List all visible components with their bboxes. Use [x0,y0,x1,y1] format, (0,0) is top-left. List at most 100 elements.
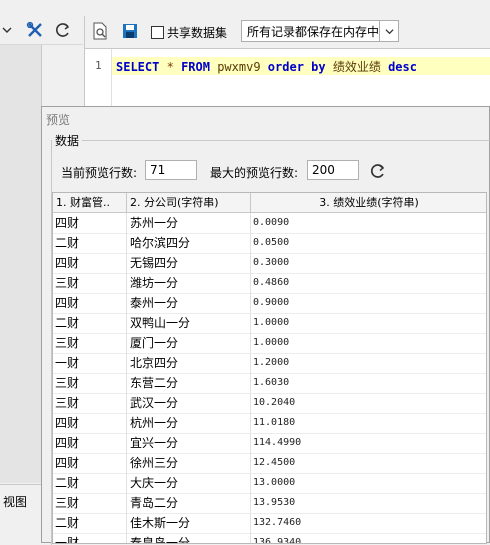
cell-performance: 0.0500 [251,233,486,253]
cell-finance-group: 四财 [53,213,127,233]
preview-sql-icon[interactable] [91,22,109,40]
cell-finance-group: 四财 [53,293,127,313]
record-mode-select[interactable]: 所有记录都保存在内存中 [241,20,399,42]
cell-finance-group: 二财 [53,513,127,533]
table-row[interactable]: 二财 大庆一分 13.0000 [53,473,486,494]
cell-branch: 东营二分 [127,373,251,393]
preview-table: 1. 财富管.. 2. 分公司(字符串) 3. 绩效业绩(字符串) 四财 苏州一分… [52,192,487,544]
column-header-1[interactable]: 1. 财富管.. [53,193,127,212]
cell-branch: 潍坊一分 [127,273,251,293]
chevron-down-icon[interactable] [379,21,398,41]
table-row[interactable]: 四财 泰州一分 0.9000 [53,293,486,314]
cell-finance-group: 二财 [53,233,127,253]
table-row[interactable]: 四财 无锡四分 0.3000 [53,253,486,274]
record-mode-value: 所有记录都保存在内存中 [247,24,380,39]
sql-keyword: order by [267,60,326,74]
share-dataset-label: 共享数据集 [167,26,228,40]
cell-finance-group: 三财 [53,393,127,413]
cell-branch: 大庆一分 [127,473,251,493]
table-row[interactable]: 四财 宜兴一分 114.4990 [53,433,486,454]
table-row[interactable]: 三财 厦门一分 1.0000 [53,333,486,354]
sql-column: 绩效业绩 [332,60,381,74]
refresh-icon[interactable] [370,163,386,179]
chevron-down-icon[interactable] [0,20,14,40]
cell-branch: 哈尔滨四分 [127,233,251,253]
cell-finance-group: 一财 [53,353,127,373]
cell-branch: 泰州一分 [127,293,251,313]
current-rows-field[interactable]: 71 [145,160,197,180]
sql-keyword: FROM [181,60,210,74]
cell-performance: 114.4990 [251,433,486,453]
line-gutter: 1 [85,49,112,109]
cell-performance: 1.6030 [251,373,486,393]
cell-performance: 13.0000 [251,473,486,493]
cell-performance: 1.0000 [251,313,486,333]
max-rows-label: 最大的预览行数: [210,166,299,180]
table-row[interactable]: 三财 青岛二分 13.9530 [53,493,486,514]
cell-finance-group: 三财 [53,493,127,513]
cell-performance: 0.0090 [251,213,486,233]
view-tab[interactable]: 视图 [3,493,27,510]
cell-branch: 无锡四分 [127,253,251,273]
table-row[interactable]: 四财 杭州一分 11.0180 [53,413,486,434]
table-header: 1. 财富管.. 2. 分公司(字符串) 3. 绩效业绩(字符串) [53,193,486,213]
table-row[interactable]: 二财 双鸭山一分 1.0000 [53,313,486,334]
left-bottom-panel: 视图 [0,484,41,544]
cell-performance: 12.4500 [251,453,486,473]
line-number: 1 [95,59,102,72]
cell-branch: 青岛二分 [127,493,251,513]
cell-performance: 0.4860 [251,273,486,293]
sql-editor[interactable]: 1 SELECT * FROM pwxmv9 order by 绩效业绩 des… [84,48,490,109]
cell-finance-group: 三财 [53,373,127,393]
sql-keyword: desc [388,60,417,74]
table-row[interactable]: 四财 徐州三分 12.4500 [53,453,486,474]
save-icon[interactable] [121,22,139,40]
data-group-title: 数据 [52,132,83,149]
cell-finance-group: 四财 [53,433,127,453]
refresh-icon[interactable] [52,20,74,40]
cell-branch: 秦皇岛一分 [127,533,251,543]
max-rows-field[interactable]: 200 [307,160,359,180]
table-row[interactable]: 二财 佳木斯一分 132.7460 [53,513,486,534]
cell-branch: 厦门一分 [127,333,251,353]
table-row[interactable]: 二财 哈尔滨四分 0.0500 [53,233,486,254]
tools-icon[interactable] [24,20,46,40]
cell-branch: 宜兴一分 [127,433,251,453]
cell-performance: 136.9340 [251,533,486,543]
left-toolbar [0,16,83,45]
column-header-3[interactable]: 3. 绩效业绩(字符串) [251,193,486,212]
cell-performance: 1.2000 [251,353,486,373]
sql-toolbar: 共享数据集 所有记录都保存在内存中 [84,16,490,48]
table-row[interactable]: 三财 东营二分 1.6030 [53,373,486,394]
dialog-title: 预览 [46,113,71,127]
cell-branch: 佳木斯一分 [127,513,251,533]
table-row[interactable]: 一财 秦皇岛一分 136.9340 [53,533,486,543]
sql-table: pwxmv9 [217,60,261,74]
cell-finance-group: 二财 [53,473,127,493]
cell-branch: 北京四分 [127,353,251,373]
cell-finance-group: 四财 [53,453,127,473]
sql-star: * [166,60,174,74]
share-dataset-checkbox[interactable] [151,26,164,39]
cell-branch: 徐州三分 [127,453,251,473]
cell-branch: 杭州一分 [127,413,251,433]
current-rows-label: 当前预览行数: [61,166,138,180]
cell-performance: 1.0000 [251,333,486,353]
cell-performance: 132.7460 [251,513,486,533]
table-row[interactable]: 三财 潍坊一分 0.4860 [53,273,486,294]
column-header-2[interactable]: 2. 分公司(字符串) [127,193,251,212]
table-row[interactable]: 四财 苏州一分 0.0090 [53,213,486,234]
cell-finance-group: 一财 [53,533,127,543]
cell-branch: 武汉一分 [127,393,251,413]
left-panel [0,45,42,483]
sql-keyword: SELECT [116,60,160,74]
table-row[interactable]: 三财 武汉一分 10.2040 [53,393,486,414]
cell-branch: 苏州一分 [127,213,251,233]
preview-dialog: 预览 数据 当前预览行数: 71 最大的预览行数: 200 1. 财富管.. 2… [41,106,490,545]
sql-query[interactable]: SELECT * FROM pwxmv9 order by 绩效业绩 desc [116,58,417,75]
cell-performance: 13.9530 [251,493,486,513]
cell-finance-group: 三财 [53,333,127,353]
table-row[interactable]: 一财 北京四分 1.2000 [53,353,486,374]
cell-branch: 双鸭山一分 [127,313,251,333]
cell-performance: 0.9000 [251,293,486,313]
